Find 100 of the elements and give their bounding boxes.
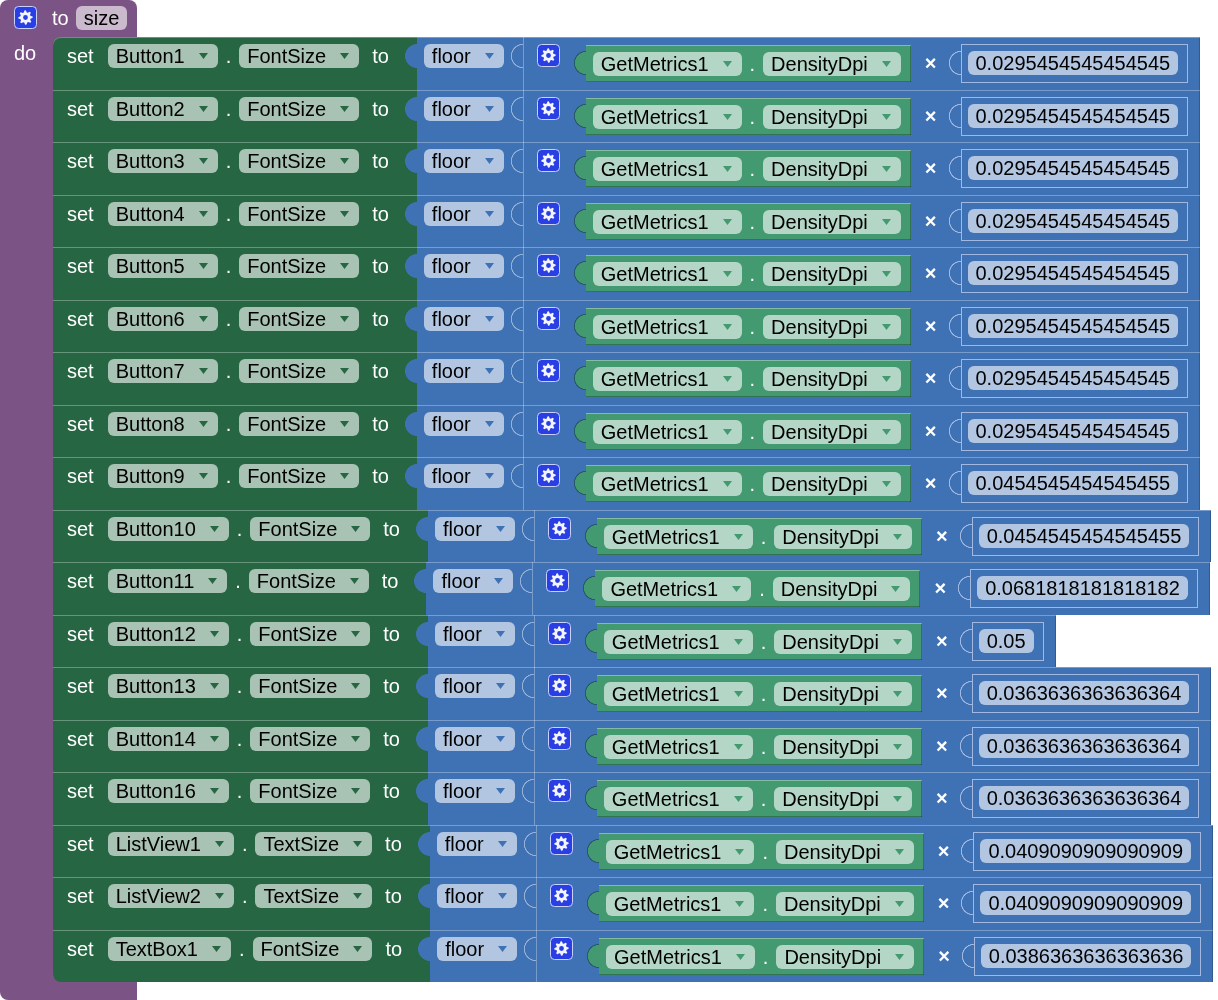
property-dropdown[interactable]: FontSize <box>250 674 371 698</box>
number-block[interactable]: 0.0295454545454545 <box>947 149 1189 188</box>
gear-icon[interactable] <box>14 6 37 29</box>
property-dropdown[interactable]: DensityDpi <box>763 104 901 129</box>
function-dropdown[interactable]: floor <box>436 884 517 908</box>
number-block[interactable]: 0.0295454545454545 <box>947 306 1189 346</box>
component-dropdown[interactable]: GetMetrics1 <box>592 157 742 181</box>
component-dropdown[interactable]: GetMetrics1 <box>592 367 742 391</box>
component-dropdown[interactable]: Button16 <box>107 779 229 803</box>
multiply-block[interactable]: GetMetrics1 . DensityDpi × 0.0454545454545455 <box>509 457 1201 510</box>
property-dropdown[interactable]: DensityDpi <box>774 787 912 811</box>
component-dropdown[interactable]: GetMetrics1 <box>603 734 753 759</box>
multiply-block[interactable]: GetMetrics1 . DensityDpi × 0.0295454545454545 <box>509 142 1201 195</box>
number-field[interactable]: 0.05 <box>978 628 1034 653</box>
getter-block[interactable]: GetMetrics1 . DensityDpi <box>572 412 911 450</box>
getter-block[interactable]: GetMetrics1 . DensityDpi <box>572 360 911 397</box>
getter-block[interactable]: GetMetrics1 . DensityDpi <box>583 622 922 660</box>
property-dropdown[interactable]: DensityDpi <box>774 629 912 654</box>
function-dropdown[interactable]: floor <box>434 674 515 698</box>
gear-icon[interactable] <box>536 44 560 67</box>
function-dropdown[interactable]: floor <box>437 936 518 961</box>
function-dropdown[interactable]: floor <box>423 201 504 226</box>
number-block[interactable]: 0.0295454545454545 <box>947 254 1189 293</box>
component-dropdown[interactable]: GetMetrics1 <box>592 104 742 129</box>
gear-icon[interactable] <box>550 936 574 960</box>
component-dropdown[interactable]: GetMetrics1 <box>606 944 755 969</box>
number-field[interactable]: 0.0295454545454545 <box>967 418 1179 443</box>
setter-block[interactable]: set Button3 . FontSize to <box>53 142 417 195</box>
number-block[interactable]: 0.0386363636363636 <box>960 936 1202 976</box>
component-dropdown[interactable]: GetMetrics1 <box>605 839 755 864</box>
multiply-block[interactable]: GetMetrics1 . DensityDpi × 0.0454545454545455 <box>520 509 1212 562</box>
number-block[interactable]: 0.0454545454545455 <box>947 464 1189 503</box>
property-dropdown[interactable]: DensityDpi <box>776 892 914 916</box>
getter-block[interactable]: GetMetrics1 . DensityDpi <box>583 675 922 712</box>
property-dropdown[interactable]: DensityDpi <box>774 682 912 706</box>
setter-block[interactable]: set Button16 . FontSize to <box>53 772 428 825</box>
number-block[interactable]: 0.05 <box>958 621 1044 661</box>
getter-block[interactable]: GetMetrics1 . DensityDpi <box>572 45 911 82</box>
property-dropdown[interactable]: FontSize <box>248 569 369 593</box>
gear-icon[interactable] <box>547 621 571 645</box>
number-block[interactable]: 0.0295454545454545 <box>947 201 1189 241</box>
component-dropdown[interactable]: Button6 <box>107 306 218 331</box>
number-block[interactable]: 0.0409090909090909 <box>960 884 1202 923</box>
multiply-block[interactable]: GetMetrics1 . DensityDpi × 0.05 <box>520 614 1056 667</box>
gear-icon[interactable] <box>536 411 560 435</box>
multiply-block[interactable]: GetMetrics1 . DensityDpi × 0.0295454545454545 <box>509 404 1201 457</box>
setter-block[interactable]: set Button8 . FontSize to <box>53 404 417 457</box>
getter-block[interactable]: GetMetrics1 . DensityDpi <box>572 150 911 187</box>
function-dropdown[interactable]: floor <box>423 359 504 383</box>
number-field[interactable]: 0.0363636363636364 <box>978 786 1190 810</box>
multiply-block[interactable]: GetMetrics1 . DensityDpi × 0.0386363636363636 <box>523 929 1214 982</box>
setter-block[interactable]: set Button9 . FontSize to <box>53 457 417 510</box>
property-dropdown[interactable]: FontSize <box>239 201 360 226</box>
property-dropdown[interactable]: FontSize <box>250 726 371 751</box>
property-dropdown[interactable]: DensityDpi <box>763 52 901 76</box>
component-dropdown[interactable]: Button9 <box>107 464 218 488</box>
property-dropdown[interactable]: DensityDpi <box>776 839 914 864</box>
function-dropdown[interactable]: floor <box>423 44 504 68</box>
number-field[interactable]: 0.0295454545454545 <box>967 51 1179 75</box>
multiply-block[interactable]: GetMetrics1 . DensityDpi × 0.0409090909090909 <box>522 824 1214 877</box>
multiply-block[interactable]: GetMetrics1 . DensityDpi × 0.0363636363636364 <box>520 719 1212 772</box>
component-dropdown[interactable]: TextBox1 <box>107 936 231 961</box>
component-dropdown[interactable]: GetMetrics1 <box>592 314 742 339</box>
number-field[interactable]: 0.0454545454545455 <box>967 471 1179 495</box>
gear-icon[interactable] <box>536 201 560 225</box>
component-dropdown[interactable]: Button8 <box>107 411 218 436</box>
property-dropdown[interactable]: FontSize <box>239 44 360 68</box>
function-dropdown[interactable]: floor <box>423 306 504 331</box>
gear-icon[interactable] <box>536 149 560 172</box>
property-dropdown[interactable]: FontSize <box>239 306 360 331</box>
component-dropdown[interactable]: Button12 <box>107 621 229 646</box>
property-dropdown[interactable]: FontSize <box>239 359 360 383</box>
multiply-block[interactable]: GetMetrics1 . DensityDpi × 0.0363636363636364 <box>520 772 1212 825</box>
function-dropdown[interactable]: floor <box>423 411 504 436</box>
number-block[interactable]: 0.0295454545454545 <box>947 44 1189 83</box>
property-dropdown[interactable]: FontSize <box>239 411 360 436</box>
component-dropdown[interactable]: Button10 <box>107 516 229 541</box>
function-dropdown[interactable]: floor <box>423 96 504 121</box>
component-dropdown[interactable]: Button1 <box>107 44 218 68</box>
setter-block[interactable]: set ListView2 . TextSize to <box>53 877 430 930</box>
number-block[interactable]: 0.0363636363636364 <box>958 726 1200 766</box>
setter-block[interactable]: set ListView1 . TextSize to <box>53 824 430 877</box>
multiply-block[interactable]: GetMetrics1 . DensityDpi × 0.0681818181818182 <box>519 562 1210 615</box>
getter-block[interactable]: GetMetrics1 . DensityDpi <box>582 570 921 607</box>
property-dropdown[interactable]: TextSize <box>255 831 373 856</box>
gear-icon[interactable] <box>547 674 571 697</box>
multiply-block[interactable]: GetMetrics1 . DensityDpi × 0.0363636363636364 <box>520 667 1212 720</box>
component-dropdown[interactable]: Button7 <box>107 359 218 383</box>
setter-block[interactable]: set Button2 . FontSize to <box>53 89 417 142</box>
gear-icon[interactable] <box>547 779 571 802</box>
component-dropdown[interactable]: GetMetrics1 <box>592 472 742 496</box>
getter-block[interactable]: GetMetrics1 . DensityDpi <box>572 202 911 240</box>
component-dropdown[interactable]: GetMetrics1 <box>603 787 753 811</box>
getter-block[interactable]: GetMetrics1 . DensityDpi <box>585 885 924 922</box>
property-dropdown[interactable]: FontSize <box>250 779 371 803</box>
setter-block[interactable]: set Button1 . FontSize to <box>53 37 417 90</box>
getter-block[interactable]: GetMetrics1 . DensityDpi <box>572 97 911 135</box>
gear-icon[interactable] <box>536 254 560 277</box>
number-field[interactable]: 0.0681818181818182 <box>977 576 1188 600</box>
getter-block[interactable]: GetMetrics1 . DensityDpi <box>572 307 911 345</box>
